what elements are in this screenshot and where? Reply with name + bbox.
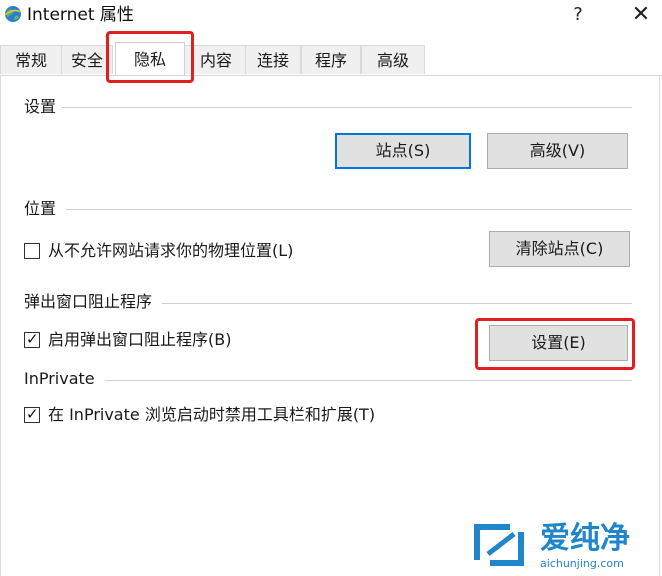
inprivate-rule [24,380,632,381]
checkmark-icon: ✓ [26,330,39,348]
tab-general[interactable]: 常规 [0,45,62,74]
popup-settings-button[interactable]: 设置(E) [489,325,628,361]
title-bar: Internet 属性 ? ✕ [0,0,662,32]
location-heading: 位置 [24,199,67,219]
settings-rule [24,107,632,108]
tab-privacy[interactable]: 隐私 [115,42,185,75]
popup-checkbox-label: 启用弹出窗口阻止程序(B) [48,330,232,349]
tab-advanced[interactable]: 高级 [361,45,425,74]
tab-content[interactable]: 内容 [184,45,248,74]
popup-checkbox[interactable]: ✓ [24,330,40,348]
watermark-text: 爱纯净 [540,521,630,556]
inprivate-checkbox-label: 在 InPrivate 浏览启动时禁用工具栏和扩展(T) [48,405,376,424]
location-rule [24,209,632,210]
checkmark-icon: ✓ [26,405,39,423]
location-option[interactable]: 从不允许网站请求你的物理位置(L) [24,241,464,263]
popup-option[interactable]: ✓ 启用弹出窗口阻止程序(B) [24,330,404,352]
inprivate-option[interactable]: ✓ 在 InPrivate 浏览启动时禁用工具栏和扩展(T) [24,405,544,427]
inprivate-heading: InPrivate [24,369,105,389]
popup-blocker-heading: 弹出窗口阻止程序 [24,292,163,312]
help-button[interactable]: ? [564,2,592,28]
internet-globe-icon [4,6,22,22]
tab-security[interactable]: 安全 [61,45,113,74]
window-title: Internet 属性 [27,5,134,25]
settings-heading: 设置 [24,97,63,117]
sites-button[interactable]: 站点(S) [335,133,471,169]
inprivate-checkbox[interactable]: ✓ [24,405,40,423]
close-button[interactable]: ✕ [626,2,656,28]
advanced-button[interactable]: 高级(V) [487,133,628,169]
tab-programs[interactable]: 程序 [301,45,361,74]
location-checkbox-label: 从不允许网站请求你的物理位置(L) [48,241,294,260]
tab-connections[interactable]: 连接 [245,45,301,74]
clear-sites-button[interactable]: 清除站点(C) [489,231,630,267]
tab-strip: 常规 安全 隐私 内容 连接 程序 高级 [0,42,662,76]
watermark-url: aichunjing.com [540,557,624,570]
watermark-logo-icon [474,524,524,566]
location-checkbox[interactable] [24,243,40,259]
